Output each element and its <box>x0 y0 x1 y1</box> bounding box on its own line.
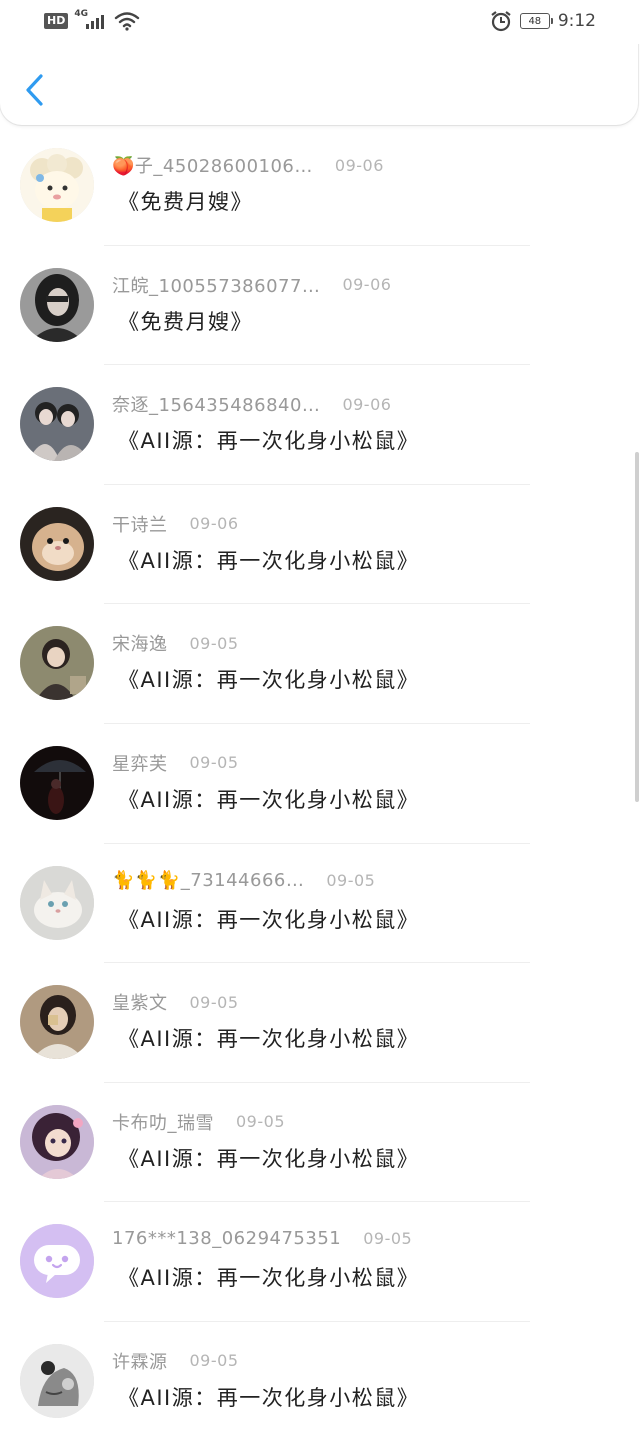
wifi-icon <box>115 12 140 31</box>
list-item[interactable]: 🐈🐈🐈_73144666… 09-05 《AII源：再一次化身小松鼠》 <box>0 844 640 964</box>
date: 09-06 <box>342 394 392 414</box>
status-left: HD 4G <box>44 9 140 32</box>
avatar[interactable] <box>20 1224 94 1299</box>
avatar[interactable] <box>20 626 94 701</box>
name-line: 🍑子_45028600106… 09-06 <box>112 152 384 178</box>
clock: 9:12 <box>557 11 596 31</box>
username: 宋海逸 <box>112 634 168 656</box>
chevron-left-icon <box>26 74 43 106</box>
name-line: 卡布叻_瑞雪 09-05 <box>112 1109 285 1135</box>
message-text: 《AII源：再一次化身小松鼠》 <box>118 668 420 693</box>
message-text: 《AII源：再一次化身小松鼠》 <box>118 787 420 812</box>
avatar[interactable] <box>20 985 94 1060</box>
hd-badge: HD <box>44 13 69 29</box>
message-text: 《AII源：再一次化身小松鼠》 <box>118 1385 420 1410</box>
name-line: 干诗兰 09-06 <box>112 511 239 537</box>
date: 09-05 <box>189 1351 239 1371</box>
message-text: 《免费月嫂》 <box>118 190 253 214</box>
username: 卡布叻_瑞雪 <box>112 1112 214 1134</box>
username: 奈逐_156435486840… <box>112 395 321 417</box>
username: 干诗兰 <box>112 514 168 536</box>
name-line: 皇紫文 09-05 <box>112 989 239 1015</box>
username: 🍑子_45028600106… <box>112 156 313 177</box>
date: 09-05 <box>363 1229 413 1249</box>
name-line: 🐈🐈🐈_73144666… 09-05 <box>112 870 375 891</box>
username: 许霖源 <box>112 1351 168 1373</box>
list-item[interactable]: 江皖_100557386077… 09-06 《免费月嫂》 <box>0 246 640 366</box>
message-text: 《AII源：再一次化身小松鼠》 <box>118 1146 420 1171</box>
list-item[interactable]: 皇紫文 09-05 《AII源：再一次化身小松鼠》 <box>0 963 640 1083</box>
status-bar: HD 4G 48 9:12 <box>0 0 640 44</box>
date: 09-06 <box>334 155 384 175</box>
message-text: 《AII源：再一次化身小松鼠》 <box>118 907 420 932</box>
status-right: 48 9:12 <box>490 10 596 32</box>
avatar[interactable] <box>20 745 94 820</box>
name-line: 江皖_100557386077… 09-06 <box>112 272 391 298</box>
back-button[interactable] <box>18 70 52 110</box>
name-line: 宋海逸 09-05 <box>112 630 239 656</box>
list-item[interactable]: 许霖源 09-05 《AII源：再一次化身小松鼠》 <box>0 1322 640 1442</box>
avatar[interactable] <box>20 267 94 342</box>
name-line: 星弈芙 09-05 <box>112 750 239 776</box>
name-line: 176***138_0629475351 09-05 <box>112 1228 412 1249</box>
battery-level: 48 <box>528 15 542 27</box>
date: 09-06 <box>342 275 392 295</box>
list-item[interactable]: 星弈芙 09-05 《AII源：再一次化身小松鼠》 <box>0 724 640 844</box>
message-text: 《免费月嫂》 <box>118 309 253 334</box>
list-item[interactable]: 🍑子_45028600106… 09-06 《免费月嫂》 <box>0 126 640 246</box>
username: 皇紫文 <box>112 993 168 1015</box>
alarm-icon <box>491 11 511 32</box>
list-item[interactable]: 奈逐_156435486840… 09-06 《AII源：再一次化身小松鼠》 <box>0 365 640 485</box>
message-text: 《AII源：再一次化身小松鼠》 <box>118 1266 420 1291</box>
avatar[interactable] <box>20 865 94 940</box>
list-item[interactable]: 卡布叻_瑞雪 09-05 《AII源：再一次化身小松鼠》 <box>0 1083 640 1203</box>
username: 星弈芙 <box>112 753 168 775</box>
avatar[interactable] <box>20 1104 94 1179</box>
avatar[interactable] <box>20 387 94 462</box>
date: 09-05 <box>326 870 376 890</box>
list-item[interactable]: 干诗兰 09-06 《AII源：再一次化身小松鼠》 <box>0 485 640 605</box>
date: 09-06 <box>189 514 239 534</box>
message-text: 《AII源：再一次化身小松鼠》 <box>118 1027 420 1052</box>
date: 09-05 <box>236 1112 285 1132</box>
list-item[interactable]: 176***138_0629475351 09-05 《AII源：再一次化身小松… <box>0 1202 640 1322</box>
message-text: 《AII源：再一次化身小松鼠》 <box>118 429 420 454</box>
date: 09-05 <box>189 633 239 653</box>
signal-icon: 4G <box>74 9 108 31</box>
scrollbar[interactable] <box>635 452 639 802</box>
avatar[interactable] <box>20 506 94 581</box>
date: 09-05 <box>189 992 239 1012</box>
message-list: 🍑子_45028600106… 09-06 《免费月嫂》 江皖_10055738… <box>0 126 640 1442</box>
message-text: 《AII源：再一次化身小松鼠》 <box>118 548 420 573</box>
list-item[interactable]: 宋海逸 09-05 《AII源：再一次化身小松鼠》 <box>0 604 640 724</box>
username: 176***138_0629475351 <box>112 1228 342 1250</box>
name-line: 奈逐_156435486840… 09-06 <box>112 391 391 417</box>
avatar[interactable] <box>20 1343 94 1418</box>
battery-icon: 48 <box>519 13 553 29</box>
username: 🐈🐈🐈_73144666… <box>112 869 305 891</box>
name-line: 许霖源 09-05 <box>112 1348 239 1374</box>
username: 江皖_100557386077… <box>112 275 321 297</box>
avatar[interactable] <box>20 148 94 222</box>
date: 09-05 <box>189 753 239 773</box>
